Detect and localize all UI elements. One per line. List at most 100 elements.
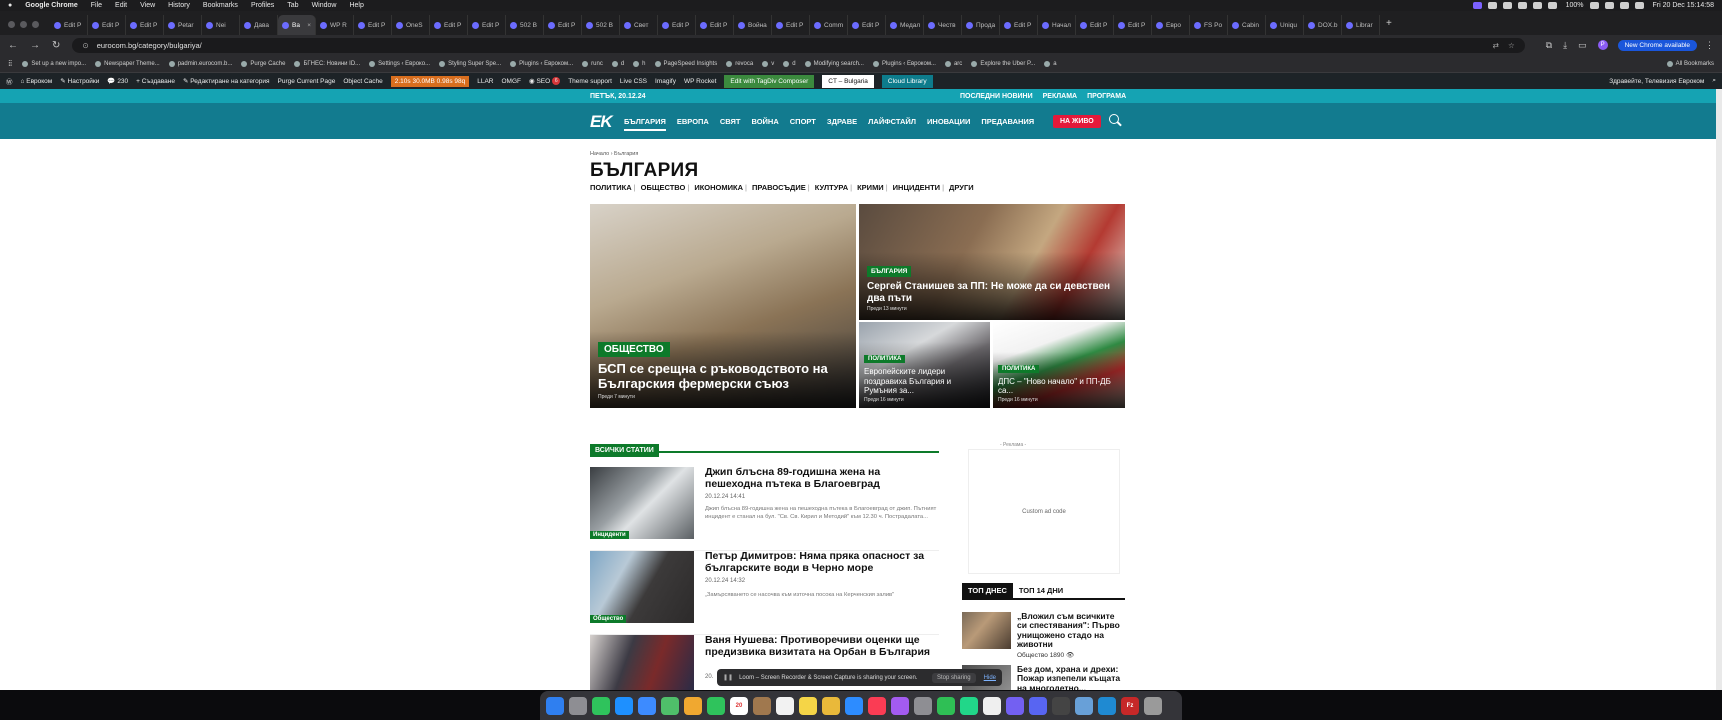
browser-tab[interactable]: Ва × bbox=[278, 15, 316, 35]
bookmark-item[interactable]: arc bbox=[944, 60, 962, 67]
browser-tab[interactable]: Edit P bbox=[1114, 15, 1152, 35]
top-link-program[interactable]: ПРОГРАМА bbox=[1087, 93, 1126, 100]
nav-item-bulgaria[interactable]: БЪЛГАРИЯ bbox=[624, 117, 666, 131]
dock-calculator-icon[interactable] bbox=[1052, 696, 1070, 715]
wp-site-name[interactable]: ⌂ Евроком bbox=[21, 78, 53, 85]
bookmark-item[interactable]: padmin.eurocom.b... bbox=[168, 60, 232, 67]
tab-top-today[interactable]: ТОП ДНЕС bbox=[962, 583, 1013, 598]
dock-reminders-icon[interactable] bbox=[776, 696, 794, 715]
popular-item[interactable]: „Вложил съм всичките си спестявания": Пъ… bbox=[962, 611, 1125, 662]
menu-kebab-icon[interactable]: ⋮ bbox=[1705, 40, 1714, 51]
app-menu[interactable]: Google Chrome bbox=[25, 2, 78, 9]
download-icon[interactable]: ⤓ bbox=[1563, 40, 1567, 51]
wifi-icon[interactable] bbox=[1604, 2, 1614, 9]
browser-tab[interactable]: Edit P bbox=[50, 15, 88, 35]
status-icon[interactable] bbox=[1517, 2, 1527, 9]
hero-article-2[interactable]: БЪЛГАРИЯ Сергей Станишев за ПП: Не може … bbox=[859, 204, 1125, 320]
reload-icon[interactable]: ↻ bbox=[52, 40, 60, 51]
bookmark-item[interactable]: Newspaper Theme... bbox=[95, 60, 160, 67]
bluetooth-icon[interactable] bbox=[1532, 2, 1542, 9]
bookmark-star-icon[interactable]: ☆ bbox=[1508, 41, 1515, 50]
dock-messages-icon[interactable] bbox=[592, 696, 610, 715]
wp-seo[interactable]: ◉ SEO 6 bbox=[529, 77, 561, 85]
bookmark-item[interactable]: a bbox=[1044, 60, 1057, 67]
dock-pycharm-icon[interactable] bbox=[960, 696, 978, 715]
page-scrollbar[interactable] bbox=[1716, 89, 1722, 690]
article-title[interactable]: Ваня Нушева: Противоречиви оценки ще пре… bbox=[705, 634, 937, 658]
dock-launchpad-icon[interactable] bbox=[569, 696, 587, 715]
top-link-latest[interactable]: ПОСЛЕДНИ НОВИНИ bbox=[960, 93, 1033, 100]
subcat-society[interactable]: ОБЩЕСТВО bbox=[641, 183, 686, 192]
profile-avatar[interactable]: P bbox=[1597, 40, 1608, 50]
hero-badge[interactable]: ПОЛИТИКА bbox=[864, 355, 906, 364]
dock-settings-icon[interactable] bbox=[914, 696, 932, 715]
forward-icon[interactable]: → bbox=[30, 40, 40, 51]
browser-tab[interactable]: Дава bbox=[240, 15, 278, 35]
wp-new[interactable]: + Създаване bbox=[136, 78, 175, 85]
menu-file[interactable]: File bbox=[91, 2, 102, 9]
menu-history[interactable]: History bbox=[168, 2, 190, 9]
dock-mail-icon[interactable] bbox=[638, 696, 656, 715]
hero-article-3[interactable]: ПОЛИТИКА Европейските лидери поздравиха … bbox=[859, 322, 990, 408]
browser-tab[interactable]: Cabin bbox=[1228, 15, 1266, 35]
bookmark-item[interactable]: v bbox=[762, 60, 774, 67]
article-title[interactable]: Петър Димитров: Няма пряка опасност за б… bbox=[705, 550, 937, 574]
article-item[interactable]: Инциденти Джип блъсна 89-годишна жена на… bbox=[590, 466, 939, 551]
nav-item-shows[interactable]: ПРЕДАВАНИЯ bbox=[981, 117, 1034, 131]
browser-tab[interactable]: 502 B bbox=[506, 15, 544, 35]
bookmark-item[interactable]: Purge Cache bbox=[241, 60, 285, 67]
site-info-icon[interactable]: ⊙ bbox=[82, 41, 88, 50]
nav-item-health[interactable]: ЗДРАВЕ bbox=[827, 117, 857, 131]
wp-query-monitor[interactable]: 2.10s 30.0MB 0.98s 98q bbox=[390, 75, 470, 87]
subcat-other[interactable]: ДРУГИ bbox=[949, 183, 974, 192]
popular-thumbnail[interactable] bbox=[962, 612, 1011, 649]
browser-tab[interactable]: Edit P bbox=[696, 15, 734, 35]
hero-badge[interactable]: БЪЛГАРИЯ bbox=[867, 266, 912, 277]
tab-top-14-days[interactable]: ТОП 14 ДНИ bbox=[1013, 583, 1069, 598]
dock-facetime-icon[interactable] bbox=[707, 696, 725, 715]
nav-item-sport[interactable]: СПОРТ bbox=[790, 117, 816, 131]
subcat-incidents[interactable]: ИНЦИДЕНТИ bbox=[893, 183, 940, 192]
dock-photos-icon[interactable] bbox=[684, 696, 702, 715]
dock-filezilla-icon[interactable]: Fz bbox=[1121, 696, 1139, 715]
search-icon[interactable] bbox=[1619, 2, 1629, 9]
browser-tab[interactable]: DOX.b bbox=[1304, 15, 1342, 35]
wp-rocket[interactable]: WP Rocket bbox=[684, 78, 716, 85]
dock-finder-icon[interactable] bbox=[546, 696, 564, 715]
wp-imagify[interactable]: Imagify bbox=[655, 78, 676, 85]
wp-live-css[interactable]: Live CSS bbox=[620, 78, 647, 85]
hero-title[interactable]: БСП се срещна с ръководството на Българс… bbox=[598, 361, 848, 392]
all-bookmarks[interactable]: All Bookmarks bbox=[1666, 60, 1714, 67]
dock-appstore-icon[interactable] bbox=[845, 696, 863, 715]
browser-tab[interactable]: Edit P bbox=[772, 15, 810, 35]
close-window-icon[interactable] bbox=[8, 20, 15, 28]
new-chrome-button[interactable]: New Chrome available bbox=[1617, 39, 1697, 51]
menu-tab[interactable]: Tab bbox=[287, 2, 298, 9]
hide-share-bar-button[interactable]: Hide bbox=[984, 675, 996, 681]
subcat-justice[interactable]: ПРАВОСЪДИЕ bbox=[752, 183, 806, 192]
live-button[interactable]: НА ЖИВО bbox=[1053, 115, 1101, 128]
bookmark-item[interactable]: Plugins ‹ Евроком... bbox=[510, 60, 573, 67]
bookmark-item[interactable]: БГНЕС: Новини ID... bbox=[294, 60, 360, 67]
dock-safari-icon[interactable] bbox=[615, 696, 633, 715]
dock-textedit-icon[interactable] bbox=[983, 696, 1001, 715]
browser-tab[interactable]: Edit P bbox=[1000, 15, 1038, 35]
browser-tab[interactable]: Librar bbox=[1342, 15, 1380, 35]
dock-viber-icon[interactable] bbox=[1006, 696, 1024, 715]
browser-tab[interactable]: Начал bbox=[1038, 15, 1076, 35]
dock-chrome-icon[interactable] bbox=[822, 696, 840, 715]
browser-tab[interactable]: Edit P bbox=[544, 15, 582, 35]
wp-edit-category[interactable]: ✎ Редактиране на категория bbox=[183, 77, 270, 86]
omnibox[interactable]: ⊙ eurocom.bg/category/bulgariya/ ⇄ ☆ bbox=[72, 37, 1525, 53]
wp-greeting[interactable]: Здравейте, Телевизия Евроком bbox=[1609, 78, 1704, 85]
dock-trash-icon[interactable] bbox=[1144, 696, 1162, 715]
translate-icon[interactable]: ⇄ bbox=[1493, 41, 1499, 50]
nav-item-innovations[interactable]: ИНОВАЦИИ bbox=[927, 117, 970, 131]
browser-tab[interactable]: Comm bbox=[810, 15, 848, 35]
nav-item-war[interactable]: ВОЙНА bbox=[751, 117, 778, 131]
subcat-culture[interactable]: КУЛТУРА bbox=[815, 183, 848, 192]
dock-music-icon[interactable] bbox=[868, 696, 886, 715]
nav-item-world[interactable]: СВЯТ bbox=[720, 117, 741, 131]
browser-tab[interactable]: Edit P bbox=[848, 15, 886, 35]
extensions-icon[interactable]: ⧉ bbox=[1546, 40, 1552, 51]
